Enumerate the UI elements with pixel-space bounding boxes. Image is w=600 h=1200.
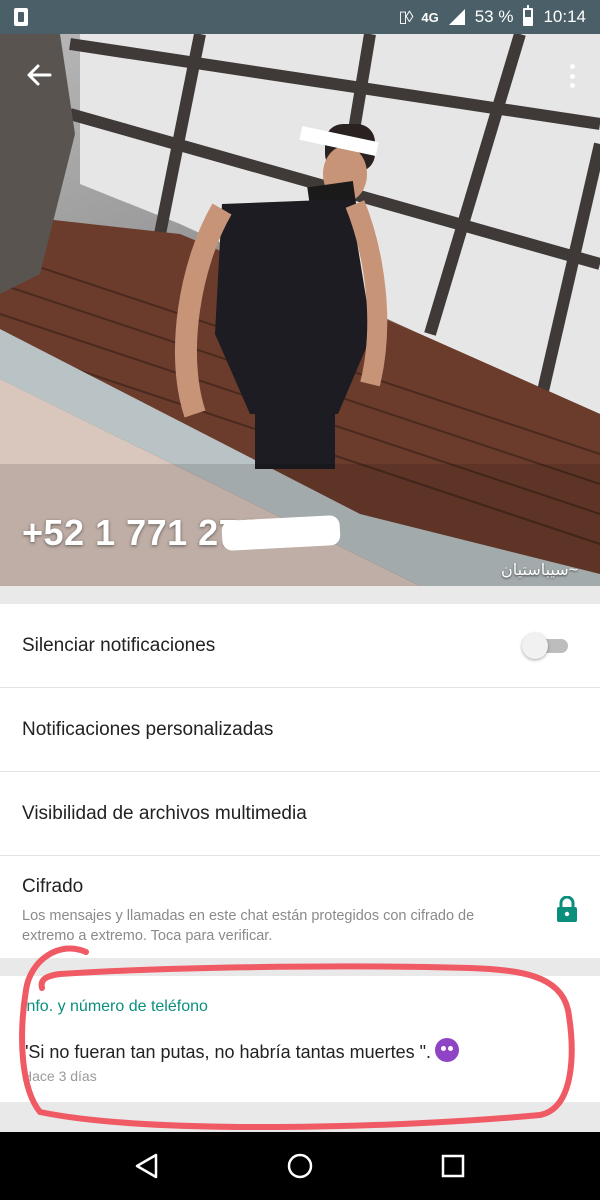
redaction-scribble (221, 514, 341, 552)
signal-icon (448, 9, 465, 25)
network-type: 4G (421, 9, 439, 25)
about-status-date: Hace 3 días (22, 1068, 97, 1084)
more-options-icon[interactable] (562, 60, 582, 92)
status-bar: ▯◊ 4G 53 % 10:14 (0, 0, 600, 34)
profile-photo (0, 34, 600, 586)
clock: 10:14 (543, 7, 586, 26)
lock-icon (556, 895, 578, 922)
battery-icon (523, 5, 534, 26)
vibrate-icon: ▯◊ (398, 9, 414, 26)
encryption-row[interactable]: Cifrado Los mensajes y llamadas en este … (0, 856, 600, 958)
battery-percent: 53 % (474, 7, 514, 26)
about-status-text: "Si no fueran tan putas, no habría tanta… (22, 1042, 432, 1062)
back-arrow-icon[interactable] (22, 58, 56, 92)
encryption-title: Cifrado (22, 876, 84, 897)
profile-photo-header[interactable]: +52 1 771 272 ~سيباستيان (0, 34, 600, 586)
system-navigation-bar (0, 1132, 600, 1200)
contact-username: ~سيباستيان (501, 562, 578, 579)
media-visibility-label: Visibilidad de archivos multimedia (22, 802, 307, 824)
mute-notifications-toggle[interactable] (522, 633, 568, 659)
nav-home-icon[interactable] (280, 1146, 320, 1186)
about-status[interactable]: "Si no fueran tan putas, no habría tanta… (22, 1038, 460, 1063)
nav-back-icon[interactable] (127, 1146, 167, 1186)
chat-settings-card: Silenciar notificaciones Notificaciones … (0, 604, 600, 958)
notification-icon (14, 8, 28, 26)
encryption-description: Los mensajes y llamadas en este chat est… (22, 908, 475, 944)
about-card: Info. y número de teléfono "Si no fueran… (0, 976, 600, 1102)
media-visibility-row[interactable]: Visibilidad de archivos multimedia (0, 772, 600, 856)
custom-notifications-label: Notificaciones personalizadas (22, 718, 274, 740)
mute-notifications-row[interactable]: Silenciar notificaciones (0, 604, 600, 688)
smiling-devil-emoji-icon (435, 1038, 460, 1062)
about-section-title: Info. y número de teléfono (22, 998, 208, 1015)
mute-notifications-label: Silenciar notificaciones (22, 634, 216, 656)
nav-recents-icon[interactable] (433, 1146, 473, 1186)
custom-notifications-row[interactable]: Notificaciones personalizadas (0, 688, 600, 772)
